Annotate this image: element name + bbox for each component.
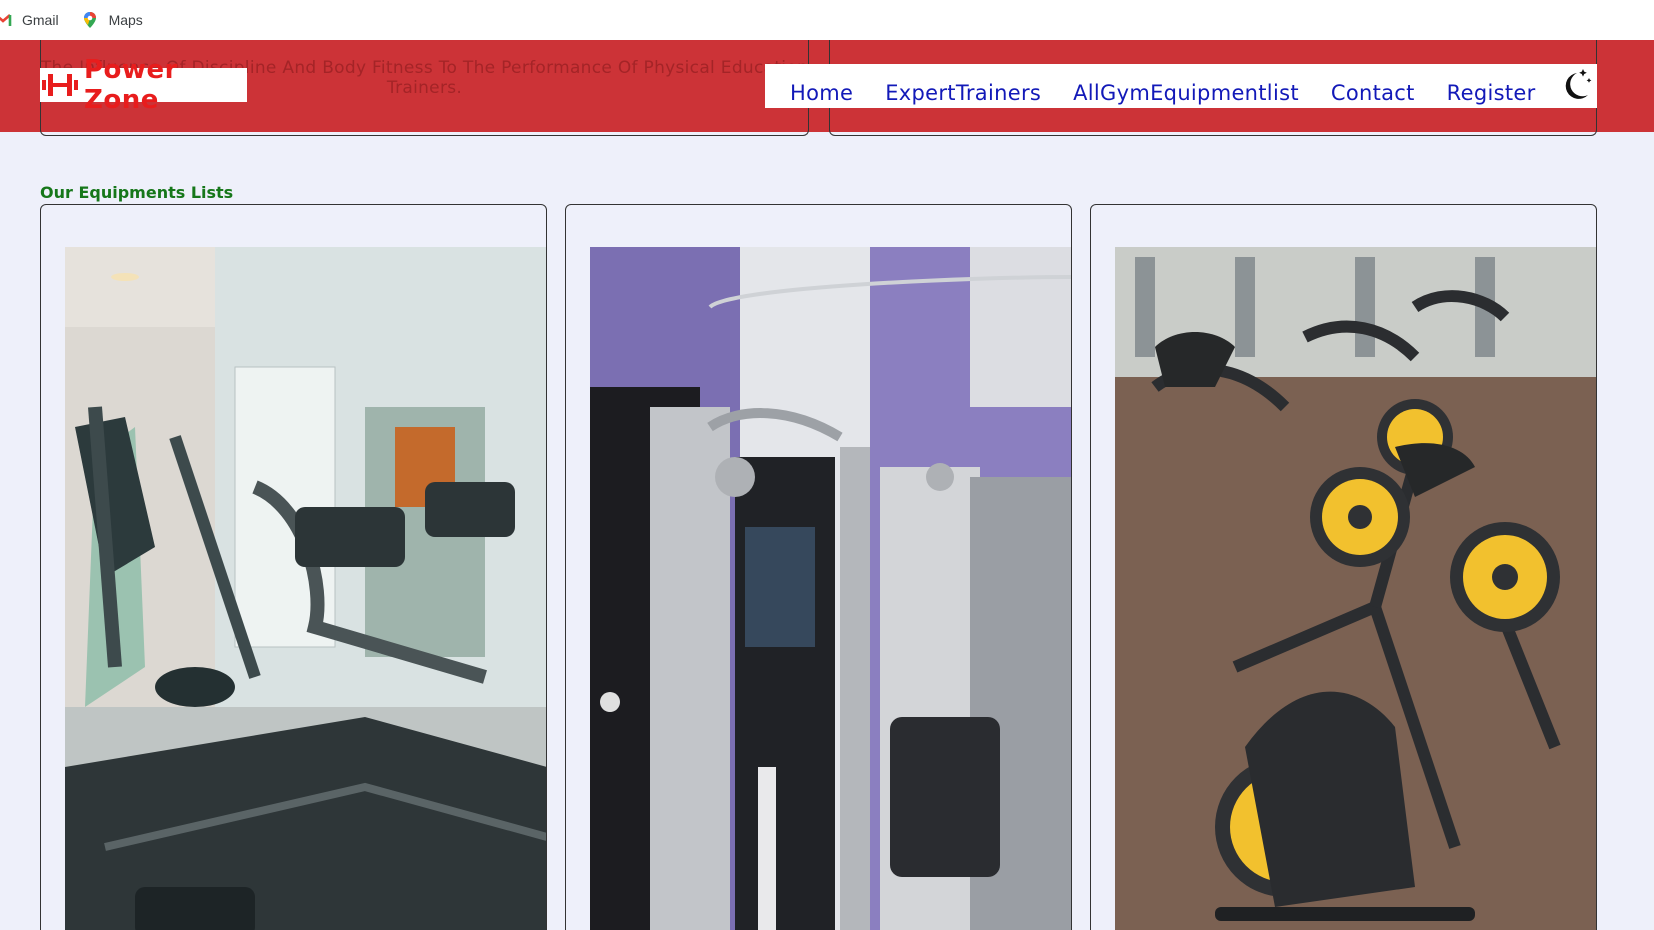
bookmark-label: Gmail	[22, 12, 59, 28]
site-header: The Influence Of Discipline And Body Fit…	[0, 40, 1654, 136]
equipment-card-spin-bikes[interactable]	[1090, 204, 1597, 930]
nav-home[interactable]: Home	[790, 78, 853, 108]
cable-machine-photo	[590, 247, 1071, 930]
equipment-card-cable-machine[interactable]	[565, 204, 1072, 930]
nav-register[interactable]: Register	[1447, 78, 1536, 108]
brand-logo[interactable]: Power Zone	[40, 55, 247, 115]
main-nav: Home ExpertTrainers AllGymEquipmentlist …	[765, 64, 1597, 108]
bookmark-label: Maps	[108, 12, 143, 28]
nav-contact[interactable]: Contact	[1331, 78, 1415, 108]
treadmills-photo	[65, 247, 546, 930]
barbell-logo-icon	[42, 72, 78, 98]
bookmark-maps[interactable]: Maps	[81, 11, 143, 29]
gmail-icon	[0, 11, 12, 29]
moon-stars-icon[interactable]	[1559, 66, 1593, 104]
brand-name: Power Zone	[84, 55, 178, 115]
nav-expert-trainers[interactable]: ExpertTrainers	[885, 78, 1041, 108]
section-title: Our Equipments Lists	[40, 183, 234, 202]
spin-bikes-photo	[1115, 247, 1596, 930]
maps-pin-icon	[81, 11, 99, 29]
equipment-card-treadmills[interactable]	[40, 204, 547, 930]
nav-all-gym-equipment[interactable]: AllGymEquipmentlist	[1073, 78, 1299, 108]
bookmark-gmail[interactable]: Gmail	[0, 11, 59, 29]
bookmarks-bar: Gmail Maps	[0, 0, 1654, 40]
